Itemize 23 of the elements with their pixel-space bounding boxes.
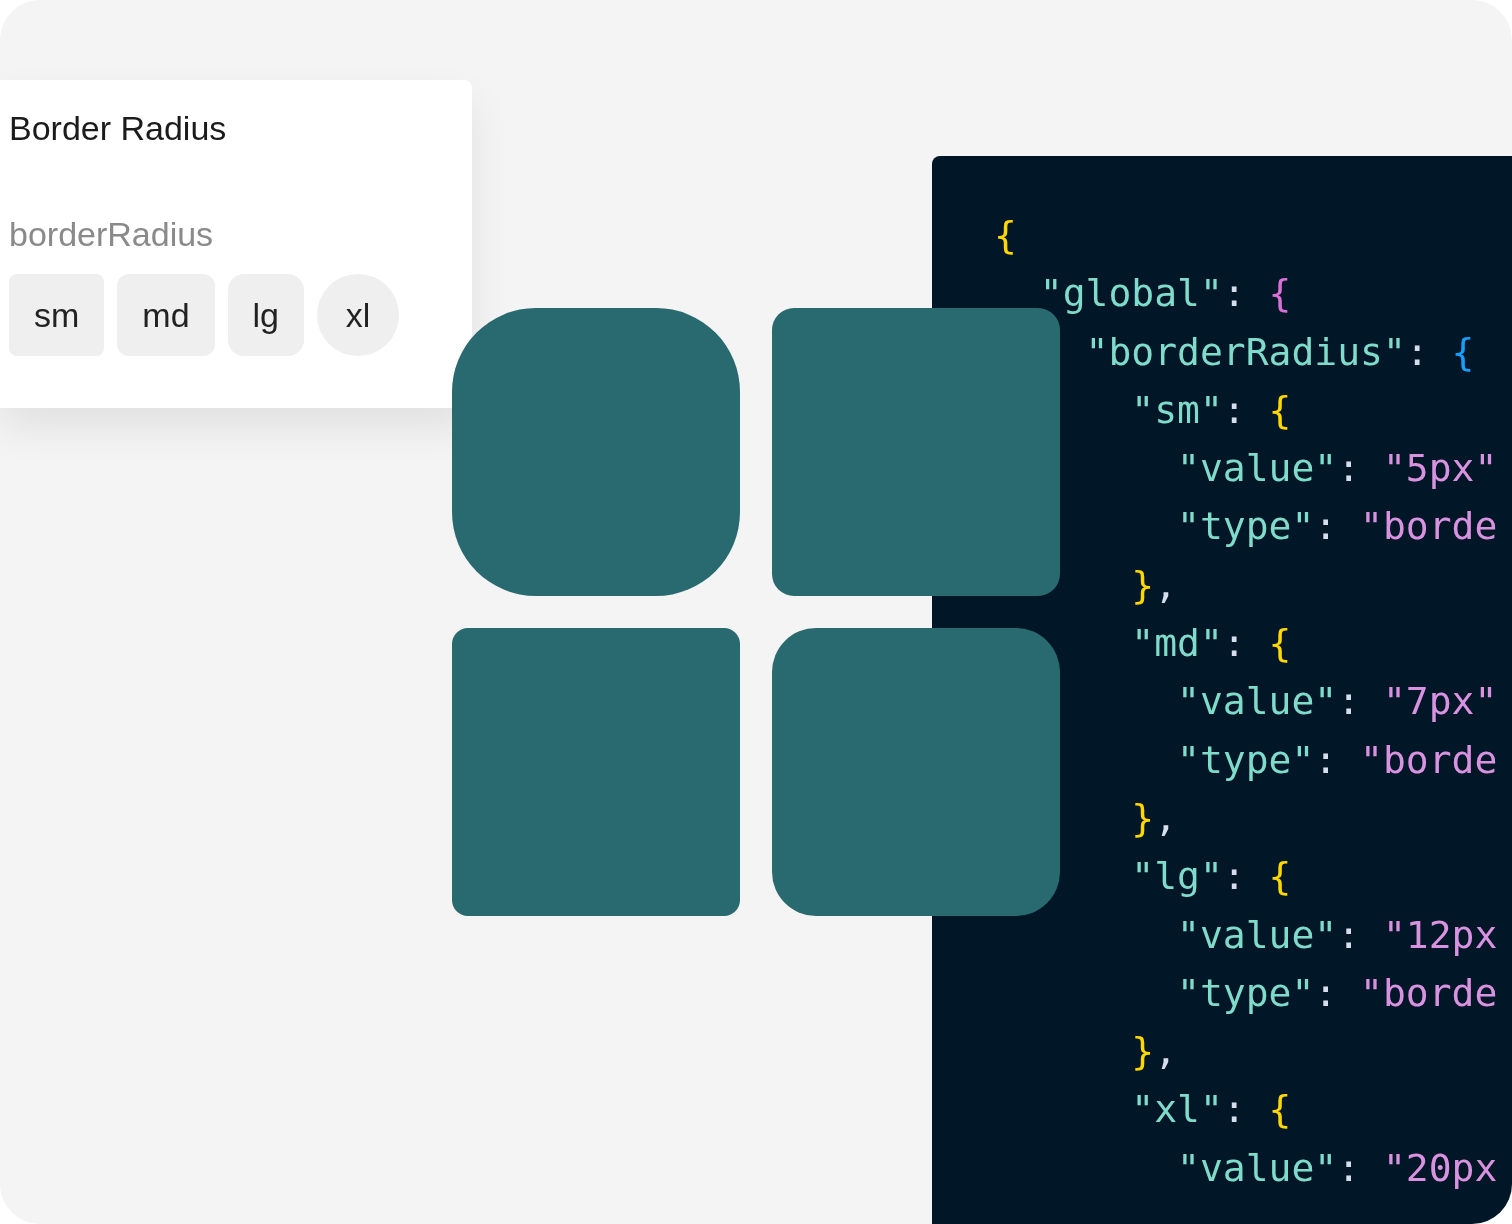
code-line: "value": "5px"	[1176, 445, 1499, 493]
radius-option-button[interactable]: sm	[9, 274, 105, 356]
code-line: "borderRadius": {	[1084, 328, 1476, 376]
code-line: },	[1130, 794, 1179, 842]
code-line: "sm": {	[1130, 386, 1293, 434]
code-line: "global": {	[1038, 270, 1293, 318]
code-line: "value": "12px	[1176, 911, 1499, 959]
code-line: "type": "borde	[1176, 736, 1499, 784]
code-line: "xl": {	[1130, 1086, 1293, 1134]
code-line: {	[994, 212, 1018, 259]
code-line: "value": "20px	[1176, 1144, 1499, 1192]
radius-option-button[interactable]: lg	[227, 274, 305, 356]
code-line: "md": {	[1130, 620, 1293, 668]
radius-option-button[interactable]: md	[117, 274, 215, 356]
code-line: },	[1130, 1028, 1179, 1076]
radius-option-button[interactable]: xl	[317, 274, 400, 356]
code-line: "type": "borde	[1176, 969, 1499, 1017]
card-title: Border Radius	[9, 108, 228, 149]
code-line: },	[1130, 561, 1179, 609]
code-line: "type": "borde	[1176, 503, 1499, 551]
token-name: borderRadius	[9, 214, 215, 255]
code-line: "lg": {	[1130, 853, 1293, 901]
code-line: "value": "7px"	[1176, 678, 1499, 726]
